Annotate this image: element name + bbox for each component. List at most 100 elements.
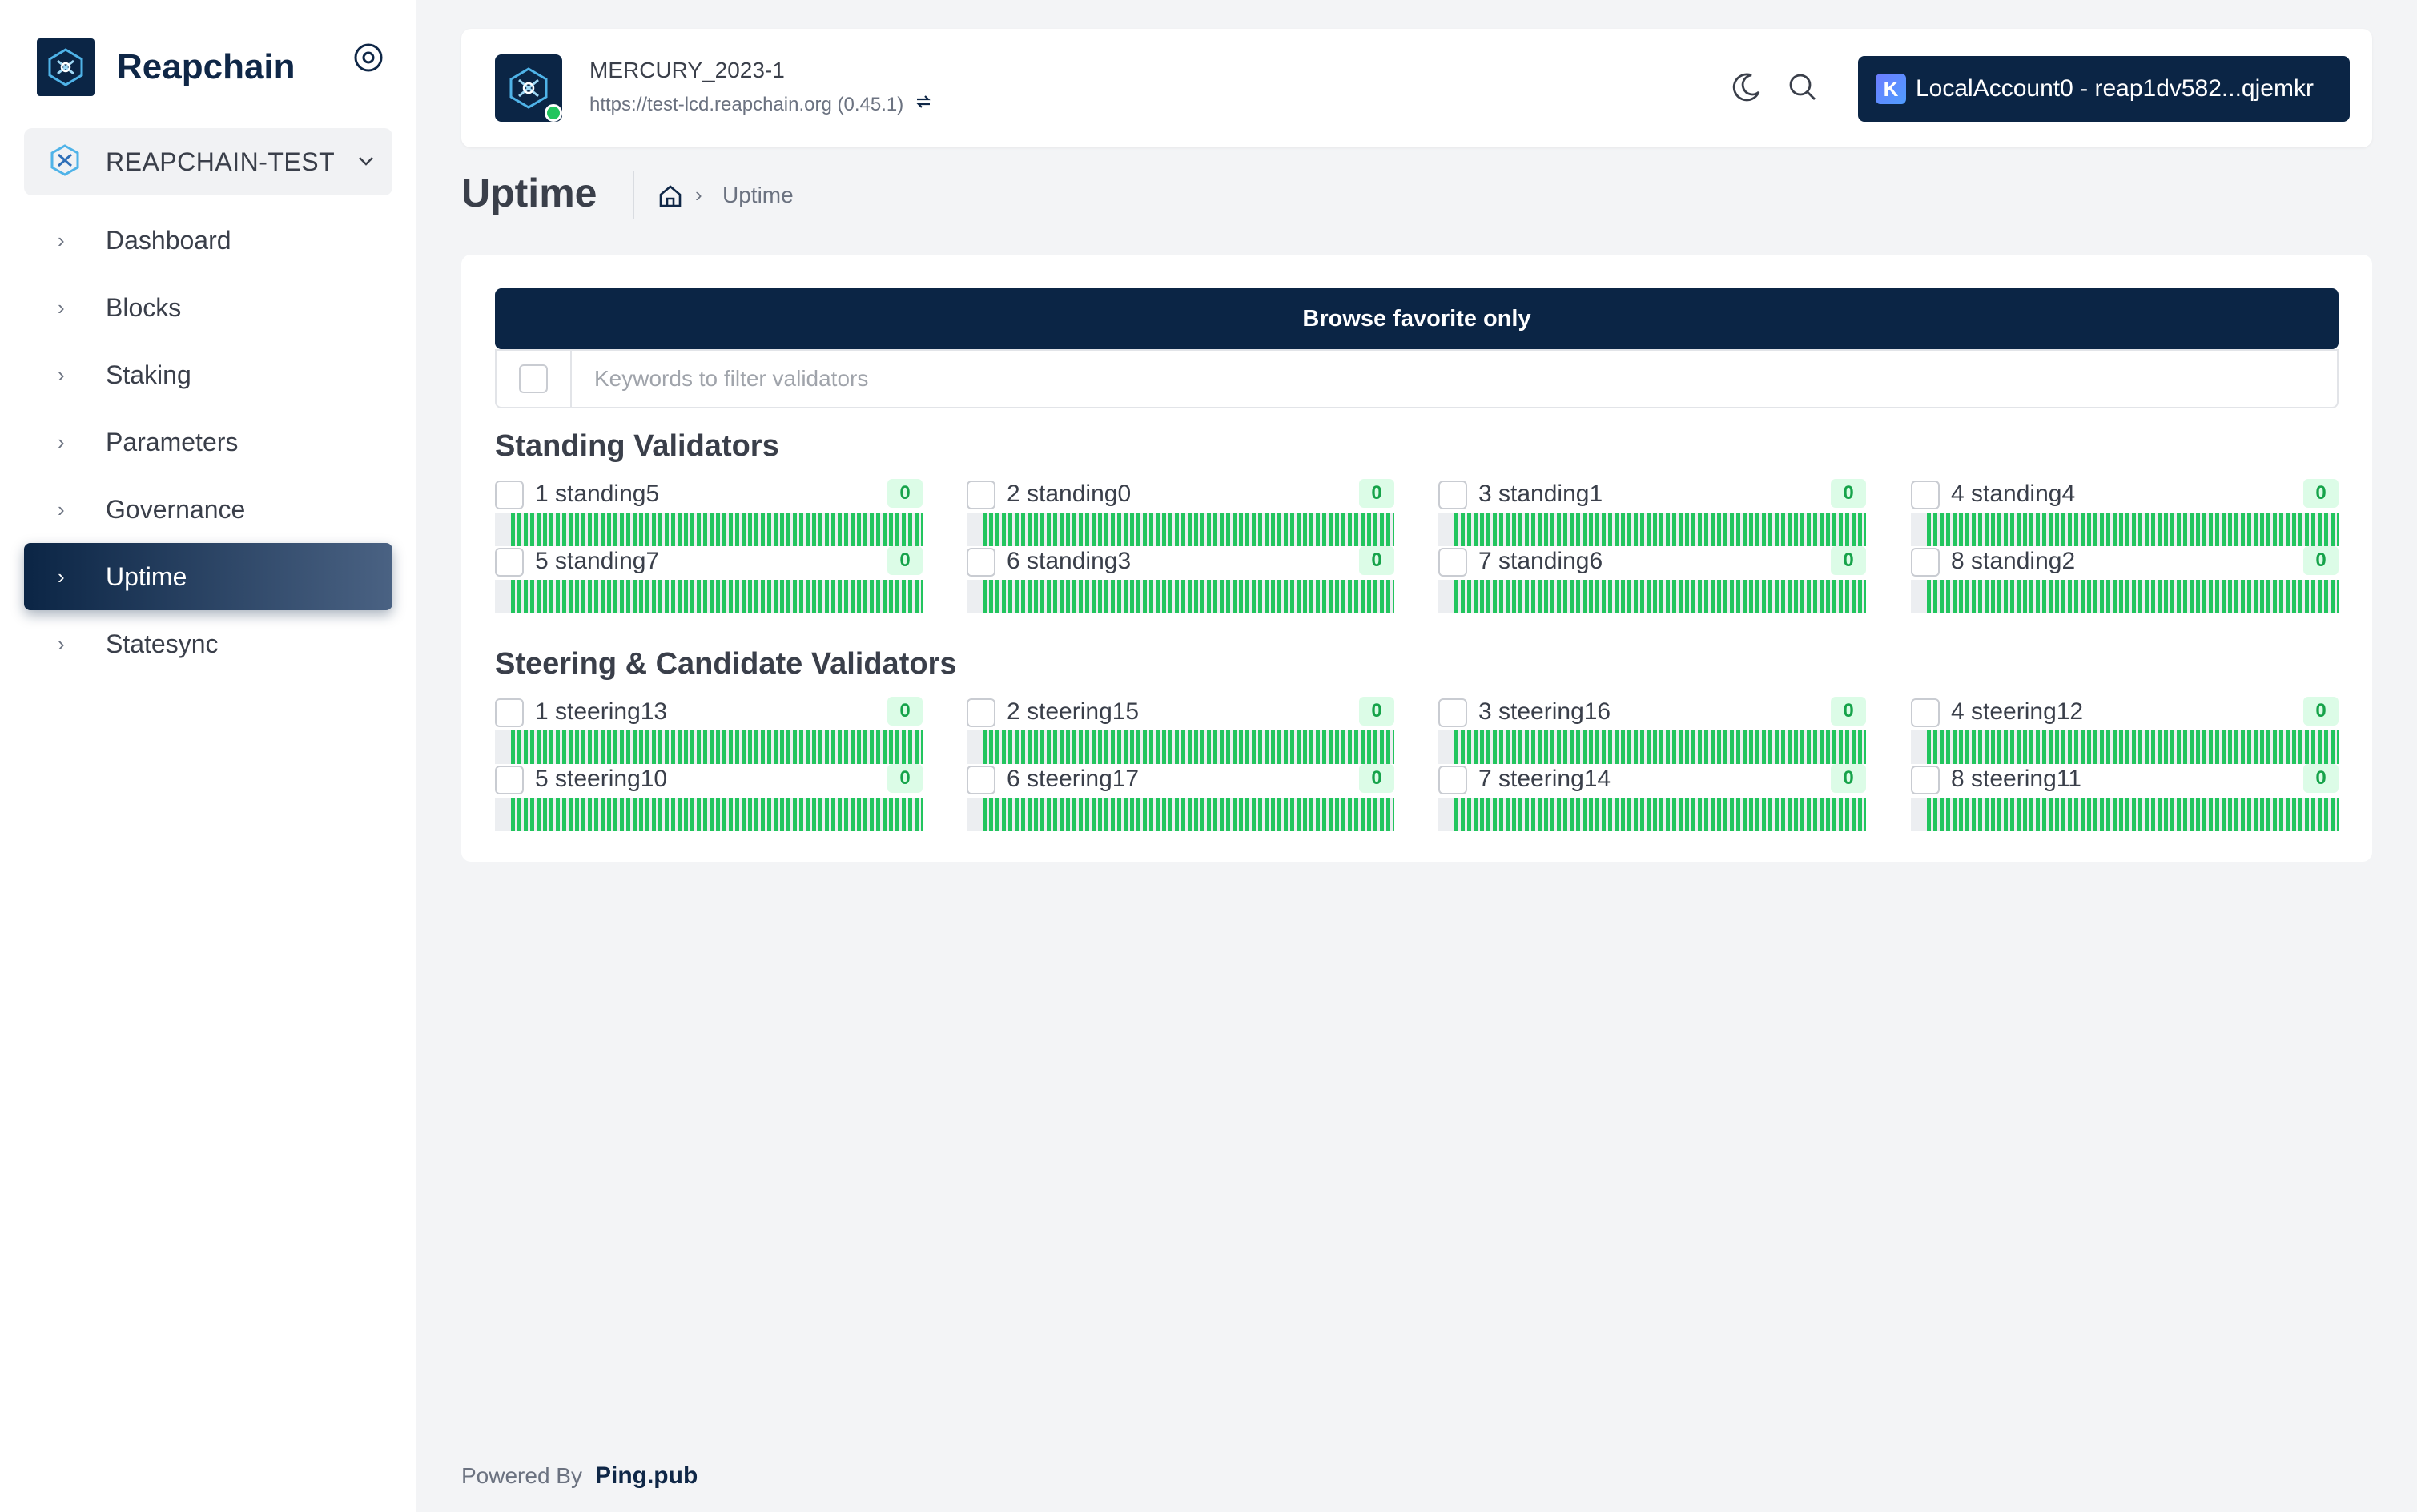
validator-name: 8 standing2 — [1951, 548, 2076, 574]
reapchain-logo — [37, 38, 95, 96]
search-icon[interactable] — [1786, 70, 1820, 104]
favorite-checkbox[interactable] — [1438, 548, 1467, 577]
footer: Powered By Ping.pub — [461, 1462, 698, 1490]
page-title: Uptime — [461, 171, 597, 215]
validator-card[interactable]: 8 steering11 0 — [1911, 764, 2339, 831]
home-icon[interactable] — [657, 183, 684, 210]
uptime-bar — [967, 513, 1394, 546]
title-divider — [633, 171, 634, 219]
favorite-checkbox[interactable] — [1438, 481, 1467, 509]
sidebar-item-label: Statesync — [106, 629, 219, 658]
validator-name: 1 steering13 — [535, 698, 668, 725]
target-settings-icon[interactable] — [352, 42, 384, 74]
chevron-right-icon: › — [58, 497, 65, 521]
uptime-bar-fill — [1454, 580, 1866, 613]
sidebar-item-dashboard[interactable]: › Dashboard — [24, 207, 392, 274]
account-label: LocalAccount0 - reap1dv582...qjemkr — [1916, 75, 2314, 102]
moon-icon[interactable] — [1730, 70, 1763, 104]
missed-blocks-badge: 0 — [1831, 546, 1866, 575]
uptime-bar — [495, 798, 923, 831]
switch-endpoint-icon[interactable] — [913, 91, 934, 118]
missed-blocks-badge: 0 — [2303, 764, 2339, 793]
sidebar-item-label: Uptime — [106, 561, 187, 591]
chevron-right-icon: › — [58, 429, 65, 454]
uptime-bar-fill — [511, 580, 923, 613]
validator-card[interactable]: 6 standing3 0 — [967, 546, 1394, 613]
chevron-right-icon: › — [58, 564, 65, 589]
validator-card[interactable]: 1 standing5 0 — [495, 479, 923, 546]
pingpub-link[interactable]: Ping.pub — [595, 1462, 698, 1490]
validator-card[interactable]: 5 standing7 0 — [495, 546, 923, 613]
validator-card[interactable]: 7 steering14 0 — [1438, 764, 1866, 831]
validator-card[interactable]: 6 steering17 0 — [967, 764, 1394, 831]
uptime-card: Browse favorite only Standing Validators… — [461, 255, 2372, 862]
missed-blocks-badge: 0 — [1831, 479, 1866, 508]
missed-blocks-badge: 0 — [887, 546, 923, 575]
favorite-checkbox[interactable] — [1911, 766, 1940, 794]
favorite-checkbox[interactable] — [1911, 481, 1940, 509]
validator-card[interactable]: 2 steering15 0 — [967, 697, 1394, 764]
chain-logo-icon — [48, 143, 82, 181]
account-button[interactable]: K LocalAccount0 - reap1dv582...qjemkr — [1858, 56, 2350, 122]
sidebar-item-statesync[interactable]: › Statesync — [24, 610, 392, 678]
browse-favorite-button[interactable]: Browse favorite only — [495, 288, 2339, 349]
favorite-checkbox[interactable] — [967, 481, 995, 509]
favorite-checkbox[interactable] — [1438, 698, 1467, 727]
sidebar-item-blocks[interactable]: › Blocks — [24, 274, 392, 341]
chain-selector[interactable]: REAPCHAIN-TEST — [24, 128, 392, 195]
sidebar-item-uptime[interactable]: › Uptime — [24, 543, 392, 610]
validator-card[interactable]: 3 standing1 0 — [1438, 479, 1866, 546]
favorite-checkbox[interactable] — [495, 698, 524, 727]
sidebar: Reapchain REAPCHAIN-TEST › Dashboard › B… — [0, 0, 416, 1512]
validator-card[interactable]: 4 standing4 0 — [1911, 479, 2339, 546]
validator-name: 7 standing6 — [1478, 548, 1603, 574]
uptime-bar — [1438, 513, 1866, 546]
sidebar-item-label: Dashboard — [106, 225, 231, 255]
sidebar-nav: › Dashboard › Blocks › Staking › Paramet… — [24, 207, 392, 678]
select-all-checkbox[interactable] — [519, 364, 548, 393]
validator-card[interactable]: 1 steering13 0 — [495, 697, 923, 764]
uptime-bar — [1911, 730, 2339, 764]
missed-blocks-badge: 0 — [1359, 546, 1394, 575]
validator-name: 3 steering16 — [1478, 698, 1611, 725]
app-root: Reapchain REAPCHAIN-TEST › Dashboard › B… — [0, 0, 2417, 1512]
validator-card[interactable]: 3 steering16 0 — [1438, 697, 1866, 764]
favorite-checkbox[interactable] — [495, 548, 524, 577]
validator-filter-input[interactable] — [572, 351, 2337, 407]
validator-card[interactable]: 7 standing6 0 — [1438, 546, 1866, 613]
validator-name: 4 standing4 — [1951, 481, 2076, 507]
missed-blocks-badge: 0 — [1359, 764, 1394, 793]
sidebar-item-label: Staking — [106, 360, 191, 389]
favorite-checkbox[interactable] — [967, 766, 995, 794]
validator-card[interactable]: 8 standing2 0 — [1911, 546, 2339, 613]
steering-section-title: Steering & Candidate Validators — [495, 647, 957, 681]
validator-card[interactable]: 5 steering10 0 — [495, 764, 923, 831]
uptime-bar — [967, 580, 1394, 613]
sidebar-item-governance[interactable]: › Governance — [24, 476, 392, 543]
favorite-checkbox[interactable] — [1911, 548, 1940, 577]
uptime-bar-fill — [983, 580, 1394, 613]
validator-name: 3 standing1 — [1478, 481, 1603, 507]
validator-name: 5 steering10 — [535, 766, 668, 792]
favorite-checkbox[interactable] — [1911, 698, 1940, 727]
favorite-checkbox[interactable] — [495, 766, 524, 794]
missed-blocks-badge: 0 — [2303, 546, 2339, 575]
sidebar-item-staking[interactable]: › Staking — [24, 341, 392, 408]
favorite-checkbox[interactable] — [967, 698, 995, 727]
favorite-checkbox[interactable] — [495, 481, 524, 509]
sidebar-item-label: Parameters — [106, 427, 239, 456]
chevron-down-icon — [354, 149, 378, 177]
chain-selector-label: REAPCHAIN-TEST — [106, 147, 336, 176]
uptime-bar — [495, 513, 923, 546]
endpoint-info: https://test-lcd.reapchain.org (0.45.1) — [589, 91, 934, 118]
validator-name: 1 standing5 — [535, 481, 660, 507]
missed-blocks-badge: 0 — [1831, 697, 1866, 726]
favorite-checkbox[interactable] — [1438, 766, 1467, 794]
brand[interactable]: Reapchain — [37, 38, 296, 96]
favorite-checkbox[interactable] — [967, 548, 995, 577]
validator-card[interactable]: 2 standing0 0 — [967, 479, 1394, 546]
validator-card[interactable]: 4 steering12 0 — [1911, 697, 2339, 764]
steering-grid: 1 steering13 0 2 steering15 0 3 steering… — [495, 697, 2339, 831]
uptime-bar — [967, 730, 1394, 764]
sidebar-item-parameters[interactable]: › Parameters — [24, 408, 392, 476]
